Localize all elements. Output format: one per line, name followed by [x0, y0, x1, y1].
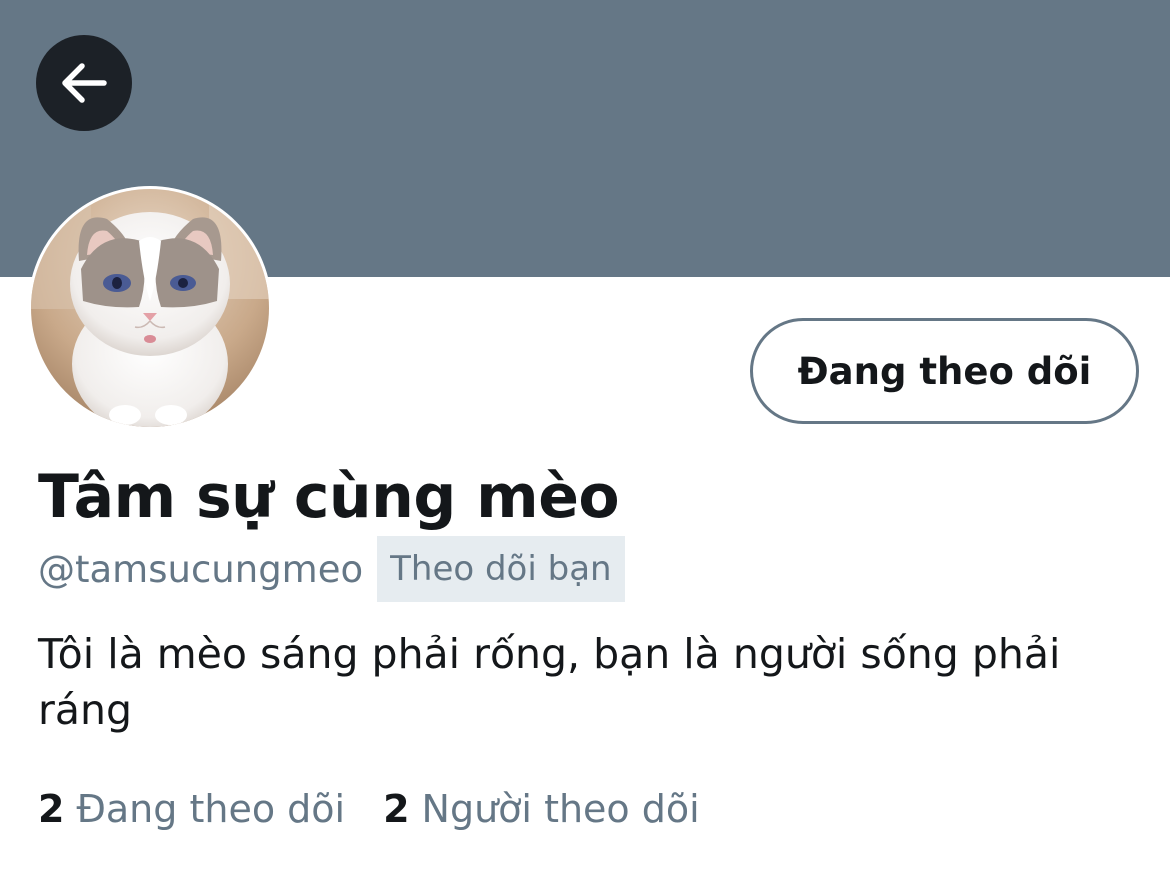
profile-bio: Tôi là mèo sáng phải rống, bạn là người … — [38, 630, 1061, 734]
following-count-link[interactable]: 2 Đang theo dõi — [38, 787, 345, 831]
avatar[interactable] — [28, 186, 272, 430]
following-count: 2 — [38, 787, 65, 831]
display-name: Tâm sự cùng mèo — [38, 462, 620, 532]
username-handle: @tamsucungmeo — [38, 547, 364, 591]
followers-count-link[interactable]: 2 Người theo dõi — [383, 787, 700, 831]
follow-stats: 2 Đang theo dõi 2 Người theo dõi — [38, 787, 700, 831]
followers-label: Người theo dõi — [421, 787, 700, 831]
following-button[interactable]: Đang theo dõi — [750, 318, 1139, 424]
back-button[interactable] — [36, 35, 132, 131]
profile-screen: Đang theo dõi Tâm sự cùng mèo @tamsucung… — [0, 0, 1170, 892]
handle-row: @tamsucungmeo Theo dõi bạn — [38, 536, 625, 602]
follows-you-badge: Theo dõi bạn — [377, 536, 625, 602]
arrow-left-icon — [62, 63, 107, 103]
followers-count: 2 — [383, 787, 410, 831]
following-label: Đang theo dõi — [76, 787, 346, 831]
cat-avatar-image — [31, 189, 269, 427]
